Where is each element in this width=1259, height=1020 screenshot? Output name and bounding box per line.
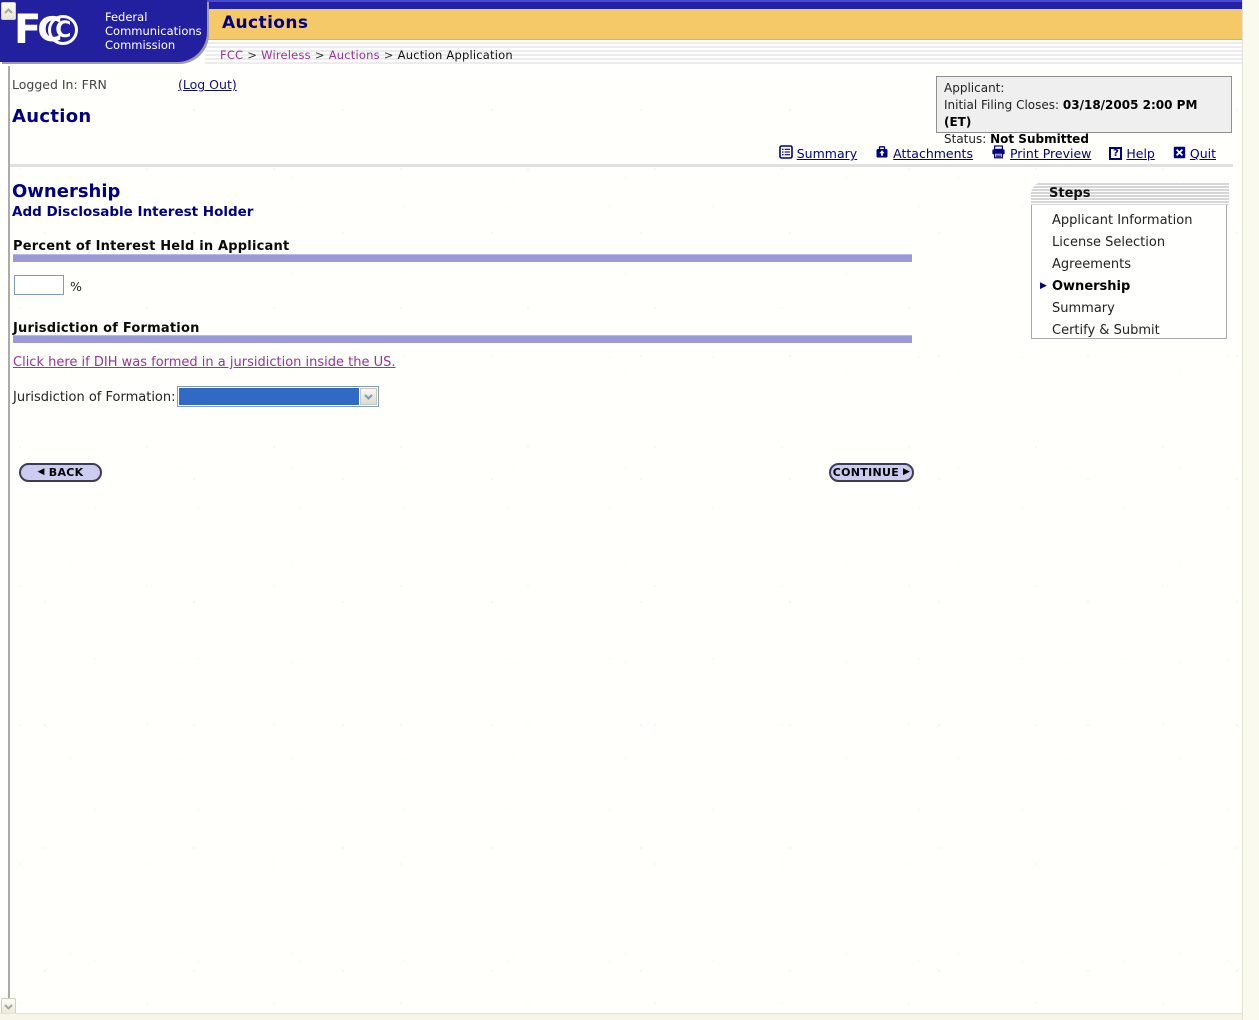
filing-closes-label: Initial Filing Closes: bbox=[944, 98, 1063, 112]
chevron-down-icon[interactable] bbox=[360, 388, 377, 405]
step-label: Ownership bbox=[1052, 279, 1130, 294]
fcc-logo-c2: C bbox=[48, 15, 78, 45]
quit-label: Quit bbox=[1190, 146, 1216, 161]
breadcrumb-link-auctions[interactable]: Auctions bbox=[329, 48, 380, 62]
continue-arrow-icon: ▶ bbox=[903, 468, 910, 477]
breadcrumb-separator: > bbox=[247, 48, 257, 62]
status-value: Not Submitted bbox=[990, 132, 1089, 146]
breadcrumb-separator: > bbox=[315, 48, 325, 62]
print-preview-link[interactable]: Print Preview bbox=[991, 145, 1091, 162]
jurisdiction-label: Jurisdiction of Formation: bbox=[13, 390, 176, 405]
horizontal-scrollbar-strip bbox=[0, 1013, 1242, 1020]
step-summary: ▶Summary bbox=[1032, 297, 1226, 319]
step-label: Applicant Information bbox=[1052, 213, 1192, 228]
step-label: Certify & Submit bbox=[1052, 323, 1160, 338]
jurisdiction-section-bar bbox=[13, 335, 912, 343]
fcc-logo-icon: F C C bbox=[14, 12, 78, 48]
jurisdiction-select[interactable] bbox=[177, 386, 379, 407]
step-label: Agreements bbox=[1052, 257, 1131, 272]
attachment-upload-icon bbox=[875, 145, 889, 162]
filing-closes-row: Initial Filing Closes: 03/18/2005 2:00 P… bbox=[944, 97, 1224, 131]
logged-in-label: Logged In: FRN bbox=[12, 77, 107, 92]
attachments-link[interactable]: Attachments bbox=[875, 145, 973, 162]
percent-section-bar bbox=[13, 254, 912, 262]
percent-heading: Percent of Interest Held in Applicant bbox=[13, 239, 289, 254]
steps-header: Steps bbox=[1031, 182, 1229, 205]
org-line: Commission bbox=[105, 38, 202, 52]
summary-list-icon bbox=[779, 145, 793, 162]
breadcrumb-current: Auction Application bbox=[398, 48, 513, 62]
step-label: License Selection bbox=[1052, 235, 1165, 250]
continue-button-label: CONTINUE bbox=[833, 466, 899, 479]
page-title: Auction bbox=[12, 106, 91, 127]
back-arrow-icon: ◀ bbox=[38, 468, 45, 477]
breadcrumb-separator: > bbox=[384, 48, 394, 62]
summary-label: Summary bbox=[797, 146, 857, 161]
left-page-border bbox=[8, 66, 10, 1013]
printer-icon bbox=[991, 145, 1006, 162]
jurisdiction-select-value bbox=[179, 388, 359, 405]
breadcrumb: FCC > Wireless > Auctions > Auction Applicatio… bbox=[220, 48, 513, 62]
fcc-org-name: Federal Communications Commission bbox=[105, 10, 202, 52]
applicant-label: Applicant: bbox=[944, 80, 1224, 97]
step-applicant-information: ▶Applicant Information bbox=[1032, 209, 1226, 231]
quit-x-icon bbox=[1173, 146, 1186, 162]
vertical-scrollbar-track[interactable] bbox=[1242, 0, 1259, 1020]
help-question-icon bbox=[1109, 147, 1122, 160]
back-button[interactable]: ◀ BACK bbox=[19, 463, 102, 482]
jurisdiction-heading: Jurisdiction of Formation bbox=[13, 321, 200, 336]
logout-link[interactable]: (Log Out) bbox=[178, 77, 237, 92]
summary-link[interactable]: Summary bbox=[779, 145, 857, 162]
section-title: Ownership bbox=[12, 181, 120, 202]
back-button-label: BACK bbox=[49, 466, 84, 479]
toolbar-divider bbox=[10, 164, 1233, 167]
fcc-logo-block: F C C Federal Communications Commission bbox=[0, 0, 207, 62]
dih-us-jurisdiction-link[interactable]: Click here if DIH was formed in a jursid… bbox=[13, 355, 396, 370]
scroll-up-button[interactable] bbox=[1, 2, 16, 20]
banner-title: Auctions bbox=[222, 13, 308, 33]
continue-button[interactable]: CONTINUE ▶ bbox=[829, 463, 914, 482]
print-preview-label: Print Preview bbox=[1010, 146, 1091, 161]
org-line: Communications bbox=[105, 24, 202, 38]
active-step-arrow-icon: ▶ bbox=[1040, 281, 1052, 291]
steps-title: Steps bbox=[1049, 186, 1090, 201]
status-label: Status: bbox=[944, 132, 990, 146]
org-line: Federal bbox=[105, 10, 202, 24]
step-agreements: ▶Agreements bbox=[1032, 253, 1226, 275]
breadcrumb-link-fcc[interactable]: FCC bbox=[220, 48, 243, 62]
steps-panel: ▶Applicant Information ▶License Selectio… bbox=[1031, 205, 1227, 339]
help-label: Help bbox=[1126, 146, 1155, 161]
attachments-label: Attachments bbox=[893, 146, 973, 161]
applicant-info-box: Applicant: Initial Filing Closes: 03/18/… bbox=[936, 76, 1232, 133]
gold-banner bbox=[192, 9, 1242, 40]
quit-link[interactable]: Quit bbox=[1173, 146, 1216, 162]
step-ownership: ▶Ownership bbox=[1032, 275, 1226, 297]
toolbar: Summary Attachments Print Preview Help Q… bbox=[779, 145, 1216, 162]
percent-suffix: % bbox=[70, 279, 82, 294]
percent-input[interactable] bbox=[14, 275, 64, 295]
step-license-selection: ▶License Selection bbox=[1032, 231, 1226, 253]
step-label: Summary bbox=[1052, 301, 1115, 316]
step-certify-submit: ▶Certify & Submit bbox=[1032, 319, 1226, 341]
breadcrumb-link-wireless[interactable]: Wireless bbox=[261, 48, 311, 62]
help-link[interactable]: Help bbox=[1109, 146, 1155, 161]
section-subtitle: Add Disclosable Interest Holder bbox=[12, 204, 253, 220]
